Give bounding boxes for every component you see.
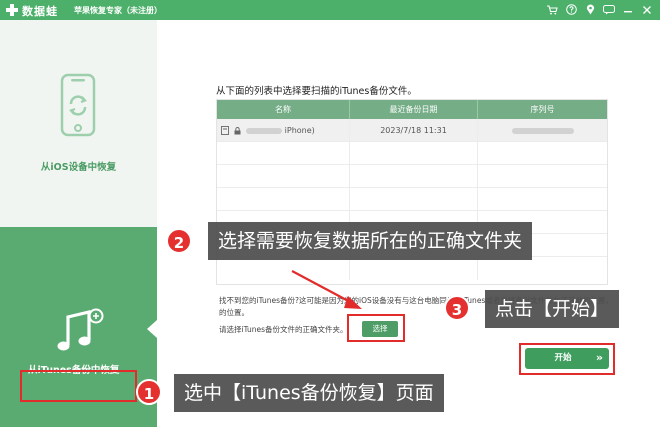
cell-name: iPhone) <box>217 119 349 142</box>
minimize-icon[interactable] <box>621 2 635 17</box>
sidebar: 从iOS设备中恢复 从iTunes备份中恢复 <box>0 20 157 427</box>
table-header: 名称 最近备份日期 序列号 <box>217 100 607 119</box>
lock-icon <box>234 126 241 134</box>
table-row-empty <box>217 188 607 211</box>
device-name-suffix: iPhone) <box>284 126 315 135</box>
highlight-box-start <box>519 343 615 375</box>
active-tab-pointer <box>147 320 157 338</box>
highlight-box-sidebar <box>20 370 137 402</box>
instruction-text: 从下面的列表中选择要扫描的iTunes备份文件。 <box>216 86 417 97</box>
header-date: 最近备份日期 <box>349 100 477 119</box>
backup-file-icon <box>221 126 229 135</box>
music-note-icon <box>57 308 104 351</box>
callout-step-2: 选择需要恢复数据所在的正确文件夹 <box>208 222 533 260</box>
app-subtitle: 苹果恢复专家（未注册） <box>74 6 162 15</box>
title-bar: 数据蛙 苹果恢复专家（未注册） <box>0 0 660 20</box>
app-name: 数据蛙 <box>22 5 58 18</box>
highlight-box-choose <box>347 314 405 342</box>
titlebar-icons <box>545 2 654 17</box>
badge-step-2: 2 <box>166 228 192 254</box>
location-icon[interactable] <box>583 2 597 17</box>
table-row-empty <box>217 257 607 280</box>
badge-step-1: 1 <box>136 379 162 405</box>
table-row[interactable]: iPhone) 2023/7/18 11:31 <box>217 119 607 142</box>
table-row-empty <box>217 142 607 165</box>
sidebar-item-ios-label: 从iOS设备中恢复 <box>40 162 117 173</box>
help-note-line2: 的位置。 <box>219 308 249 317</box>
redacted-serial <box>511 127 574 134</box>
badge-step-3: 3 <box>444 295 470 321</box>
cell-serial <box>477 119 607 142</box>
close-icon[interactable] <box>640 2 654 17</box>
choose-folder-prompt: 请选择iTunes备份文件的正确文件夹。 <box>219 325 348 334</box>
redacted-device-name <box>246 127 283 134</box>
question-icon[interactable] <box>564 2 578 17</box>
chat-icon[interactable] <box>602 2 616 17</box>
phone-recover-icon <box>60 73 96 137</box>
header-serial: 序列号 <box>477 100 607 119</box>
cart-icon[interactable] <box>545 2 559 17</box>
sidebar-item-ios-recovery[interactable] <box>0 20 157 227</box>
app-logo-icon <box>6 4 18 16</box>
annotation-arrow <box>291 270 362 309</box>
callout-step-3: 点击【开始】 <box>485 290 620 328</box>
callout-step-1: 选中【iTunes备份恢复】页面 <box>174 374 444 412</box>
cell-date: 2023/7/18 11:31 <box>349 119 477 142</box>
table-row-empty <box>217 165 607 188</box>
header-name: 名称 <box>275 105 291 114</box>
